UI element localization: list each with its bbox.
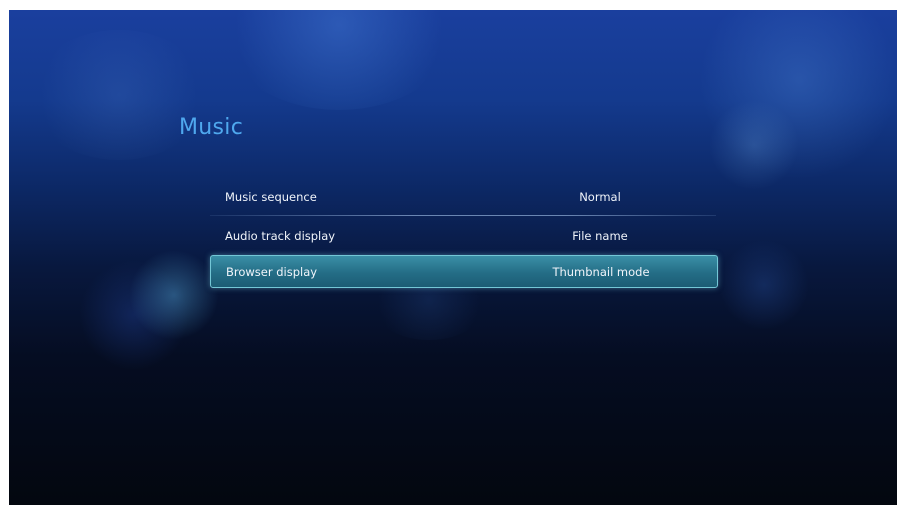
setting-value: Normal xyxy=(579,189,621,204)
bokeh-light xyxy=(219,10,459,110)
bokeh-light xyxy=(699,10,897,180)
setting-label: Browser display xyxy=(226,264,318,279)
setting-music-sequence[interactable]: Music sequence Normal xyxy=(210,180,716,213)
tv-screen: Music Music sequence Normal Audio track … xyxy=(9,10,897,505)
page-title: Music xyxy=(179,115,244,140)
setting-label: Audio track display xyxy=(225,228,336,243)
bokeh-light xyxy=(709,100,799,190)
setting-value: File name xyxy=(572,228,628,243)
bokeh-light xyxy=(79,260,189,370)
settings-list: Music sequence Normal Audio track displa… xyxy=(210,180,718,288)
bokeh-light xyxy=(29,30,209,160)
setting-label: Music sequence xyxy=(225,189,317,204)
setting-audio-track-display[interactable]: Audio track display File name xyxy=(210,219,716,252)
setting-value: Thumbnail mode xyxy=(552,264,650,279)
setting-browser-display[interactable]: Browser display Thumbnail mode xyxy=(210,255,718,288)
bokeh-light xyxy=(719,240,809,330)
divider xyxy=(210,215,716,216)
bokeh-light xyxy=(129,250,219,340)
